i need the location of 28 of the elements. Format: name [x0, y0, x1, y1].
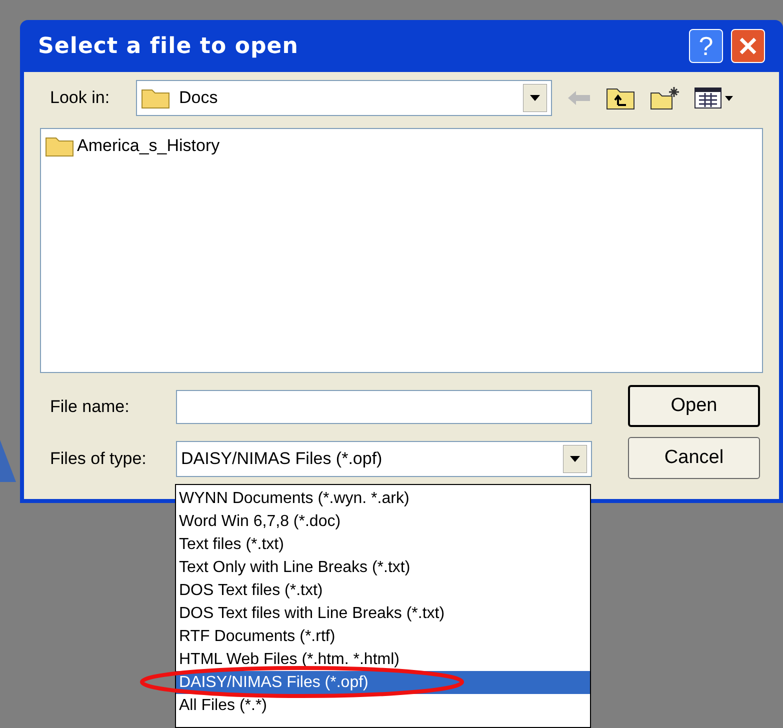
dropdown-option[interactable]: WYNN Documents (*.wyn. *.ark) [176, 487, 590, 510]
window-title: Select a file to open [38, 32, 300, 60]
dropdown-option[interactable]: RTF Documents (*.rtf) [176, 625, 590, 648]
dropdown-arrow-icon [563, 445, 587, 473]
close-icon [738, 36, 758, 56]
file-list-item[interactable]: America_s_History [45, 133, 220, 158]
dropdown-option[interactable]: DOS Text files with Line Breaks (*.txt) [176, 602, 590, 625]
new-folder-icon[interactable] [650, 85, 680, 111]
file-type-label: Files of type: [50, 448, 148, 470]
dropdown-option[interactable]: Text files (*.txt) [176, 533, 590, 556]
file-name-label: File name: [50, 396, 130, 418]
file-type-combo[interactable]: DAISY/NIMAS Files (*.opf) [176, 441, 592, 477]
file-name-field[interactable] [176, 390, 592, 424]
view-menu-icon[interactable] [694, 86, 734, 110]
look-in-label: Look in: [50, 87, 111, 110]
dropdown-arrow-icon [523, 84, 547, 112]
close-button[interactable] [731, 29, 765, 63]
dropdown-option[interactable]: DAISY/NIMAS Files (*.opf) [176, 671, 590, 694]
help-button[interactable]: ? [689, 29, 723, 63]
dropdown-option[interactable]: Text Only with Line Breaks (*.txt) [176, 556, 590, 579]
dropdown-option[interactable]: All Files (*.*) [176, 694, 590, 717]
dialog-button[interactable]: Open [628, 385, 760, 427]
dropdown-option[interactable]: Word Win 6,7,8 (*.doc) [176, 510, 590, 533]
dropdown-option[interactable]: DOS Text files (*.txt) [176, 579, 590, 602]
look-in-combo[interactable]: Docs [136, 80, 552, 116]
dropdown-option[interactable]: HTML Web Files (*.htm. *.html) [176, 648, 590, 671]
triangle-icon [0, 440, 16, 482]
dialog-button[interactable]: Cancel [628, 437, 760, 479]
